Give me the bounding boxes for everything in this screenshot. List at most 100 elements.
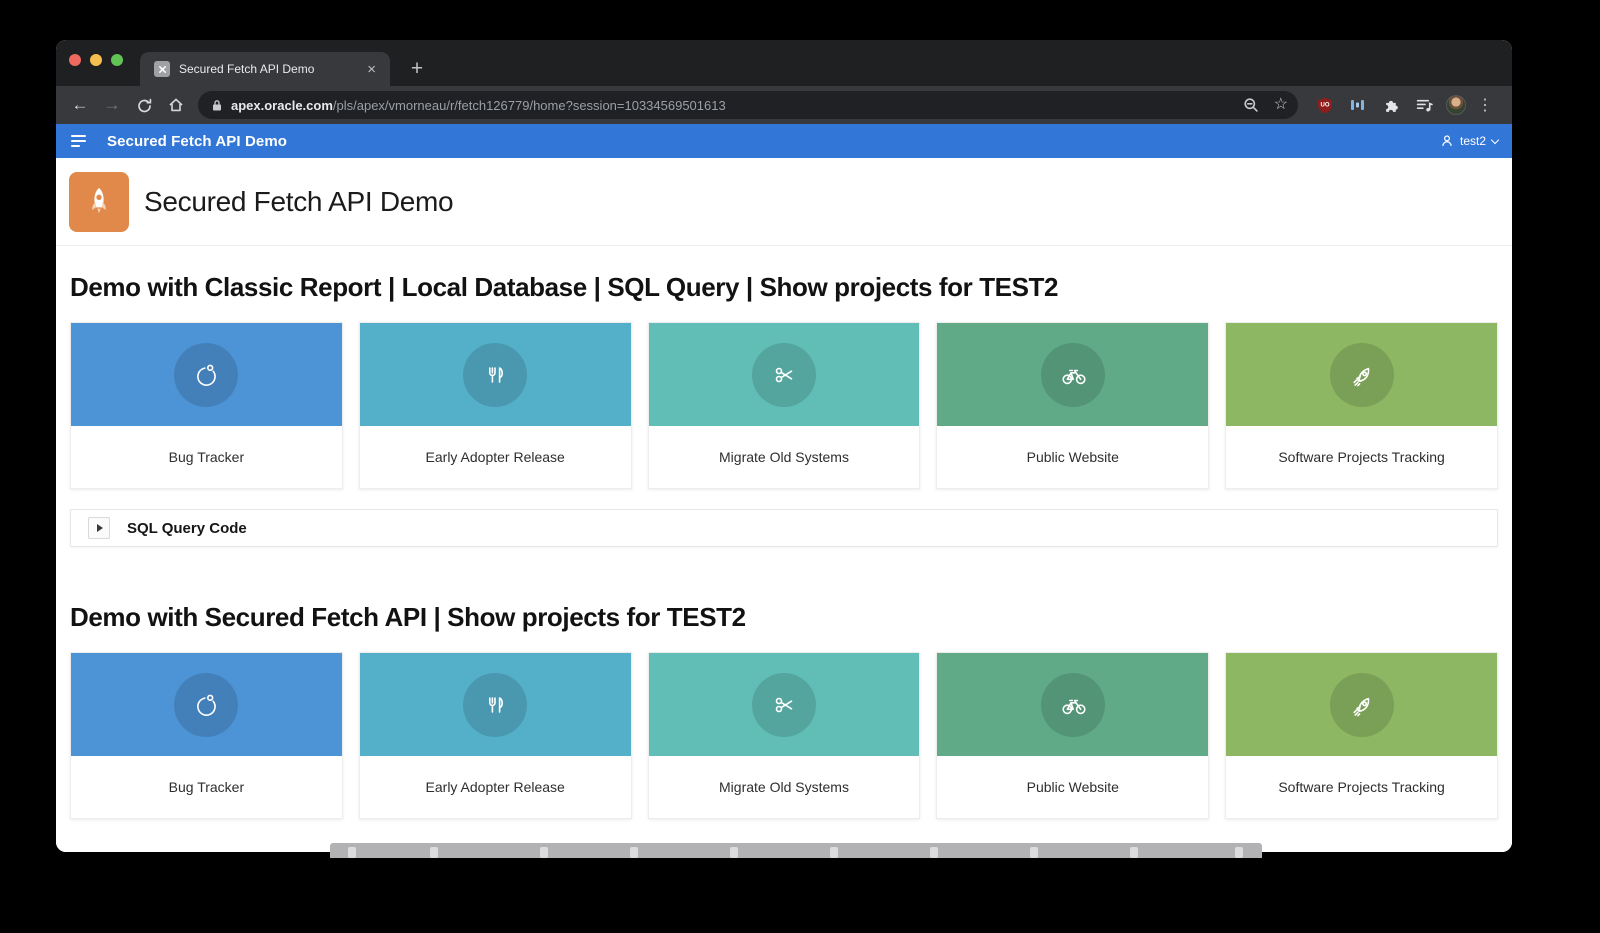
profile-avatar[interactable]	[1446, 95, 1466, 115]
card-row-classic-report: Bug Tracker Early Adopter Release Migrate …	[70, 322, 1498, 489]
media-queue-icon[interactable]	[1413, 94, 1435, 116]
browser-toolbar: ← → apex.oracle.com /pls/apex/vmorneau/r…	[56, 86, 1512, 124]
tab-close-icon[interactable]: ×	[363, 60, 380, 79]
card-row-secured-fetch: Bug Tracker Early Adopter Release Migrate …	[70, 652, 1498, 819]
dock-app-icon	[348, 847, 356, 858]
card-banner	[71, 653, 342, 756]
collapsed-triangle-icon	[97, 524, 103, 532]
dock[interactable]	[330, 843, 1262, 858]
tab-title: Secured Fetch API Demo	[179, 62, 315, 76]
expand-toggle-button[interactable]	[88, 517, 110, 539]
extensions-puzzle-icon[interactable]	[1380, 94, 1402, 116]
lock-icon	[213, 99, 221, 110]
ublock-icon[interactable]: UO	[1314, 94, 1336, 116]
browser-window: Secured Fetch API Demo × + ← → apex.orac…	[56, 40, 1512, 852]
svg-text:UO: UO	[1321, 102, 1330, 108]
dock-app-icon	[630, 847, 638, 858]
card-label: Bug Tracker	[168, 779, 245, 795]
bicycle-icon	[1040, 342, 1105, 407]
card-banner	[937, 653, 1209, 756]
zoom-window-button[interactable]	[111, 54, 123, 66]
reload-icon[interactable]	[128, 89, 160, 121]
project-card[interactable]: Bug Tracker	[70, 322, 343, 489]
card-banner	[648, 653, 920, 756]
sql-query-code-label: SQL Query Code	[127, 519, 247, 537]
utensils-icon	[463, 672, 528, 737]
zoom-out-icon[interactable]	[1243, 97, 1260, 114]
bicycle-icon	[1040, 672, 1105, 737]
chevron-down-icon	[1490, 135, 1500, 144]
browser-tab[interactable]: Secured Fetch API Demo ×	[140, 52, 390, 86]
sql-query-code-region: SQL Query Code	[70, 509, 1498, 547]
stopwatch-icon	[174, 672, 239, 737]
dock-app-icon	[540, 847, 548, 858]
card-banner	[359, 653, 631, 756]
dock-app-icon	[430, 847, 438, 858]
card-banner	[1226, 323, 1497, 426]
tab-favicon-icon	[154, 61, 170, 77]
dock-app-icon	[1130, 847, 1138, 858]
user-label: test2	[1459, 134, 1486, 148]
card-label: Public Website	[1026, 449, 1119, 465]
tab-strip: Secured Fetch API Demo × +	[56, 40, 1512, 86]
card-banner	[648, 323, 920, 426]
menu-icon[interactable]	[71, 135, 87, 147]
card-label: Public Website	[1026, 779, 1119, 795]
dock-app-icon	[1235, 847, 1243, 858]
extension-cluster: UO ⋮	[1304, 94, 1493, 116]
project-card[interactable]: Migrate Old Systems	[647, 652, 921, 819]
project-card[interactable]: Public Website	[936, 322, 1210, 489]
rocket-logo-icon	[92, 187, 106, 213]
page-title: Secured Fetch API Demo	[144, 185, 454, 217]
hero-banner: Secured Fetch API Demo	[56, 158, 1512, 246]
project-card[interactable]: Bug Tracker	[70, 652, 343, 819]
rocket-icon	[1329, 672, 1394, 737]
new-tab-button[interactable]: +	[400, 52, 434, 86]
utensils-icon	[463, 342, 528, 407]
stopwatch-icon	[174, 342, 239, 407]
card-label: Early Adopter Release	[425, 779, 565, 795]
url-domain: apex.oracle.com	[231, 97, 333, 113]
person-icon	[1442, 135, 1452, 147]
browser-menu-icon[interactable]: ⋮	[1477, 95, 1493, 115]
minimize-window-button[interactable]	[90, 54, 102, 66]
project-card[interactable]: Early Adopter Release	[358, 652, 632, 819]
card-banner	[1226, 653, 1497, 756]
bookmark-star-icon[interactable]: ☆	[1274, 97, 1288, 113]
url-path: /pls/apex/vmorneau/r/fetch126779/home?se…	[332, 97, 726, 113]
dock-app-icon	[930, 847, 938, 858]
dock-app-icon	[830, 847, 838, 858]
dock-app-icon	[730, 847, 738, 858]
sidebar-extension-icon[interactable]	[1347, 94, 1369, 116]
scissors-icon	[751, 342, 816, 407]
page-content: Secured Fetch API Demo Demo with Classic…	[56, 158, 1512, 852]
card-label: Bug Tracker	[168, 449, 245, 465]
card-label: Migrate Old Systems	[719, 449, 849, 465]
back-icon[interactable]: ←	[64, 89, 96, 121]
section-heading-secured-fetch: Demo with Secured Fetch API | Show proje…	[70, 602, 746, 632]
user-menu[interactable]: test2	[1440, 134, 1500, 148]
close-window-button[interactable]	[69, 54, 81, 66]
card-label: Software Projects Tracking	[1278, 449, 1445, 465]
app-logo	[69, 171, 129, 232]
rocket-icon	[1329, 342, 1394, 407]
app-header: Secured Fetch API Demo test2	[56, 124, 1512, 158]
scissors-icon	[751, 672, 816, 737]
dock-app-icon	[1030, 847, 1038, 858]
card-banner	[359, 323, 631, 426]
home-icon[interactable]	[160, 89, 192, 121]
project-card[interactable]: Migrate Old Systems	[647, 322, 921, 489]
project-card[interactable]: Early Adopter Release	[358, 322, 632, 489]
card-label: Migrate Old Systems	[719, 779, 849, 795]
card-banner	[937, 323, 1209, 426]
card-label: Early Adopter Release	[425, 449, 565, 465]
project-card[interactable]: Public Website	[936, 652, 1210, 819]
section-heading-classic-report: Demo with Classic Report | Local Databas…	[70, 272, 1059, 302]
project-card[interactable]: Software Projects Tracking	[1225, 652, 1498, 819]
url-bar[interactable]: apex.oracle.com /pls/apex/vmorneau/r/fet…	[198, 91, 1298, 119]
project-card[interactable]: Software Projects Tracking	[1225, 322, 1498, 489]
traffic-lights	[69, 54, 123, 66]
forward-icon[interactable]: →	[96, 89, 128, 121]
card-banner	[71, 323, 342, 426]
app-header-title: Secured Fetch API Demo	[107, 132, 288, 150]
